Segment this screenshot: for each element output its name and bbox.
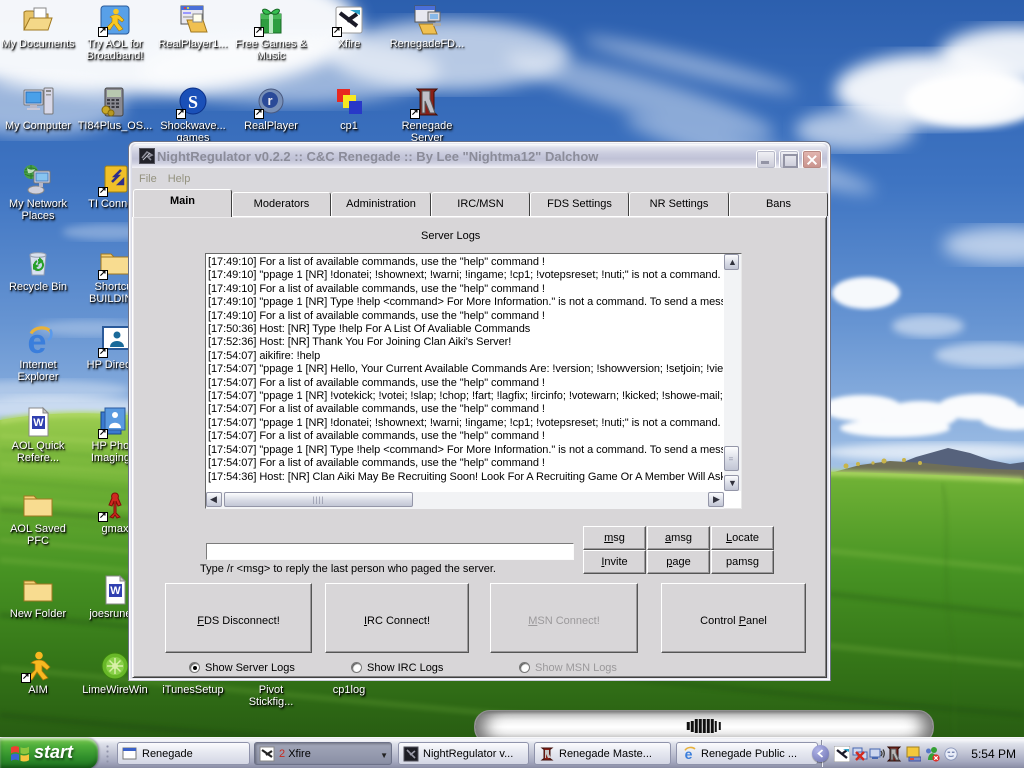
svg-text:S: S xyxy=(188,92,198,112)
svg-text:W: W xyxy=(33,417,44,429)
svg-text:r: r xyxy=(267,93,272,108)
svg-text:W: W xyxy=(110,585,121,597)
